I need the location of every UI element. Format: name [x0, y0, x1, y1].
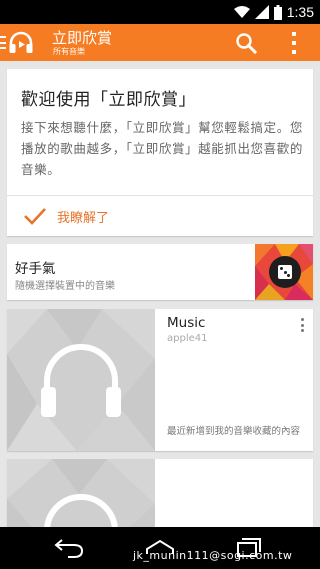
status-time: 1:35: [286, 4, 314, 20]
lucky-subtitle: 隨機選擇裝置中的音樂: [15, 281, 115, 292]
battery-icon: [273, 4, 282, 20]
nav-bar: [0, 527, 320, 569]
app-bar: 立即欣賞 所有音樂: [0, 24, 320, 61]
status-bar: 1:35: [0, 0, 320, 24]
status-icons: 1:35: [233, 3, 314, 21]
page-subtitle[interactable]: 所有音樂: [53, 46, 85, 57]
lucky-artwork: [255, 244, 313, 300]
overflow-icon[interactable]: [288, 32, 300, 54]
album-description: 最近新增到我的音樂收藏的內容: [167, 426, 301, 437]
got-it-label: 我瞭解了: [57, 211, 110, 226]
signal-icon: [254, 5, 269, 19]
album-title: Music: [167, 315, 206, 331]
lucky-title: 好手氣: [15, 261, 56, 277]
search-icon[interactable]: [232, 29, 260, 57]
lucky-card[interactable]: 好手氣 隨機選擇裝置中的音樂: [7, 244, 313, 300]
got-it-button[interactable]: 我瞭解了: [7, 196, 313, 236]
check-icon: [24, 208, 46, 225]
page-title[interactable]: 立即欣賞: [52, 27, 112, 48]
menu-icon[interactable]: [0, 36, 6, 49]
headphones-logo-icon[interactable]: [8, 30, 34, 56]
screen: 1:35 立即欣賞 所有音樂 歡迎使用「立即欣賞」 接下來想聽什麼，「立即欣賞」…: [0, 0, 320, 569]
welcome-body: 接下來想聽什麼，「立即欣賞」幫您輕鬆搞定。您播放的歌曲越多，「立即欣賞」越能抓出…: [21, 120, 303, 177]
album-art[interactable]: [7, 309, 155, 451]
music-card[interactable]: Music apple41 最近新增到我的音樂收藏的內容: [7, 309, 313, 451]
card-overflow-icon[interactable]: [298, 318, 306, 332]
dice-icon[interactable]: [269, 256, 301, 288]
welcome-title: 歡迎使用「立即欣賞」: [21, 90, 196, 110]
watermark: jk_munin111@sogi.com.tw: [133, 549, 293, 562]
album-artist: apple41: [167, 333, 208, 344]
welcome-card: 歡迎使用「立即欣賞」 接下來想聽什麼，「立即欣賞」幫您輕鬆搞定。您播放的歌曲越多…: [7, 69, 313, 236]
wifi-icon: [233, 6, 250, 18]
back-icon[interactable]: [52, 537, 88, 559]
album-art-pattern: [7, 309, 155, 451]
